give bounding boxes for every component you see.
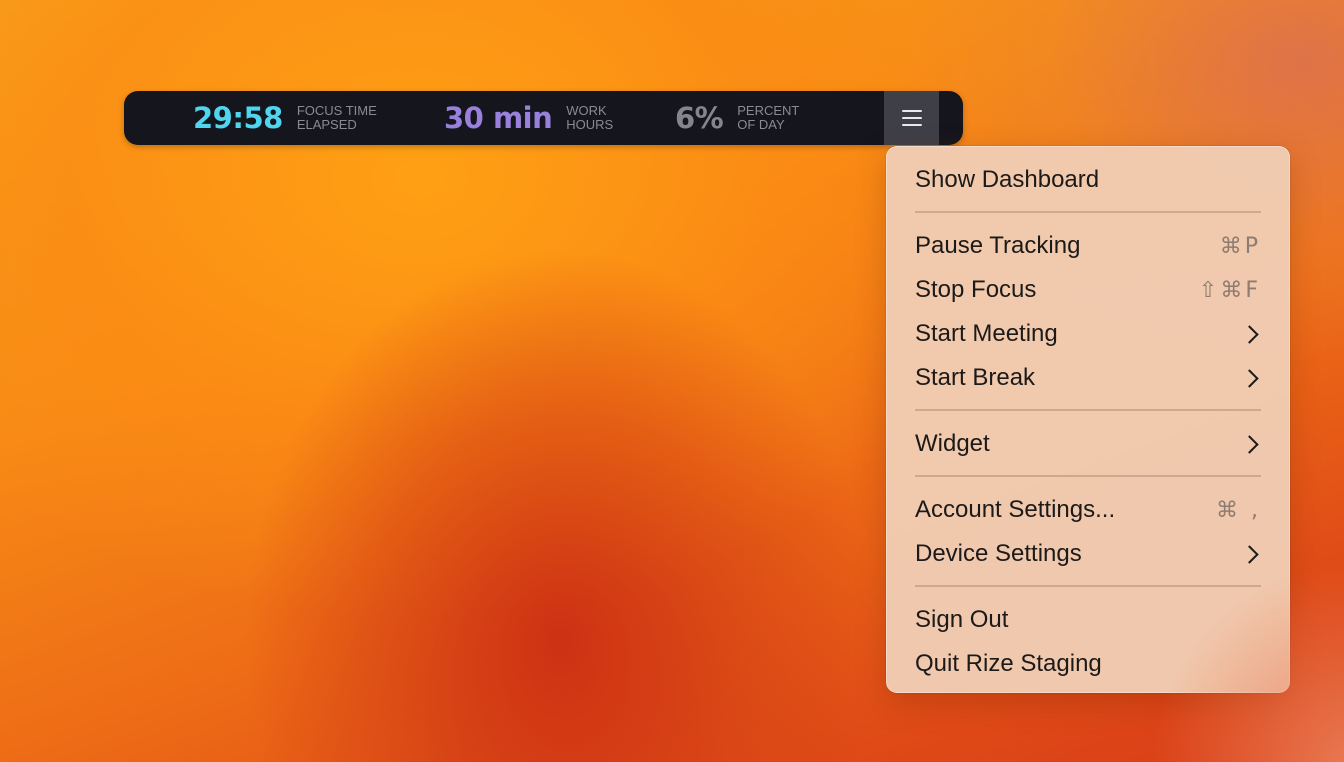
menu-item-label: Pause Tracking bbox=[915, 232, 1081, 259]
menu-button[interactable] bbox=[884, 91, 939, 145]
work-hours-label-line1: WORK bbox=[566, 103, 607, 118]
desktop-wallpaper: 29:58 FOCUS TIME ELAPSED 30 min WORK HOU… bbox=[0, 0, 1344, 762]
menu-item-label: Device Settings bbox=[915, 540, 1082, 567]
menu-item-label: Widget bbox=[915, 430, 990, 457]
percent-of-day-label-line2: OF DAY bbox=[737, 117, 785, 132]
keyboard-shortcut: ⌘P bbox=[1219, 233, 1261, 259]
context-menu: Show Dashboard Pause Tracking ⌘P Stop Fo… bbox=[886, 146, 1290, 693]
keyboard-shortcut: ⇧⌘F bbox=[1198, 277, 1261, 303]
menu-item-quit[interactable]: Quit Rize Staging bbox=[887, 642, 1289, 686]
focus-time-value: 29:58 bbox=[193, 101, 283, 135]
focus-time-label-line2: ELAPSED bbox=[296, 117, 357, 132]
focus-time-stat: 29:58 FOCUS TIME ELAPSED bbox=[193, 91, 377, 145]
chevron-right-icon bbox=[1240, 368, 1259, 388]
menu-item-widget[interactable]: Widget bbox=[887, 422, 1289, 466]
focus-time-label-line1: FOCUS TIME bbox=[296, 103, 377, 118]
work-hours-value: 30 min bbox=[444, 101, 553, 135]
menu-separator bbox=[915, 475, 1261, 477]
chevron-right-icon bbox=[1240, 324, 1259, 344]
focus-widget-bar: 29:58 FOCUS TIME ELAPSED 30 min WORK HOU… bbox=[124, 91, 963, 145]
percent-of-day-value: 6% bbox=[675, 101, 724, 135]
menu-item-device-settings[interactable]: Device Settings bbox=[887, 532, 1289, 576]
work-hours-label-line2: HOURS bbox=[566, 117, 614, 132]
work-hours-stat: 30 min WORK HOURS bbox=[444, 91, 613, 145]
menu-item-label: Quit Rize Staging bbox=[915, 650, 1102, 677]
menu-separator bbox=[915, 409, 1261, 411]
focus-time-label: FOCUS TIME ELAPSED bbox=[297, 104, 377, 132]
work-hours-label: WORK HOURS bbox=[566, 104, 613, 132]
menu-item-start-meeting[interactable]: Start Meeting bbox=[887, 312, 1289, 356]
percent-of-day-label-line1: PERCENT bbox=[737, 103, 800, 118]
menu-separator bbox=[915, 585, 1261, 587]
menu-item-label: Sign Out bbox=[915, 606, 1009, 633]
menu-item-label: Start Meeting bbox=[915, 320, 1058, 347]
menu-item-label: Start Break bbox=[915, 364, 1036, 391]
keyboard-shortcut: ⌘ , bbox=[1216, 497, 1261, 523]
menu-item-show-dashboard[interactable]: Show Dashboard bbox=[887, 158, 1289, 202]
chevron-right-icon bbox=[1240, 434, 1259, 454]
chevron-right-icon bbox=[1240, 544, 1259, 564]
percent-of-day-stat: 6% PERCENT OF DAY bbox=[675, 91, 799, 145]
menu-item-start-break[interactable]: Start Break bbox=[887, 356, 1289, 400]
menu-item-account-settings[interactable]: Account Settings... ⌘ , bbox=[887, 488, 1289, 532]
menu-item-sign-out[interactable]: Sign Out bbox=[887, 598, 1289, 642]
menu-item-label: Account Settings... bbox=[915, 496, 1116, 523]
menu-item-stop-focus[interactable]: Stop Focus ⇧⌘F bbox=[887, 268, 1289, 312]
menu-item-label: Show Dashboard bbox=[915, 166, 1100, 193]
menu-item-label: Stop Focus bbox=[915, 276, 1037, 303]
hamburger-menu-icon bbox=[901, 110, 922, 126]
percent-of-day-label: PERCENT OF DAY bbox=[737, 104, 799, 132]
menu-separator bbox=[915, 211, 1261, 213]
menu-item-pause-tracking[interactable]: Pause Tracking ⌘P bbox=[887, 224, 1289, 268]
